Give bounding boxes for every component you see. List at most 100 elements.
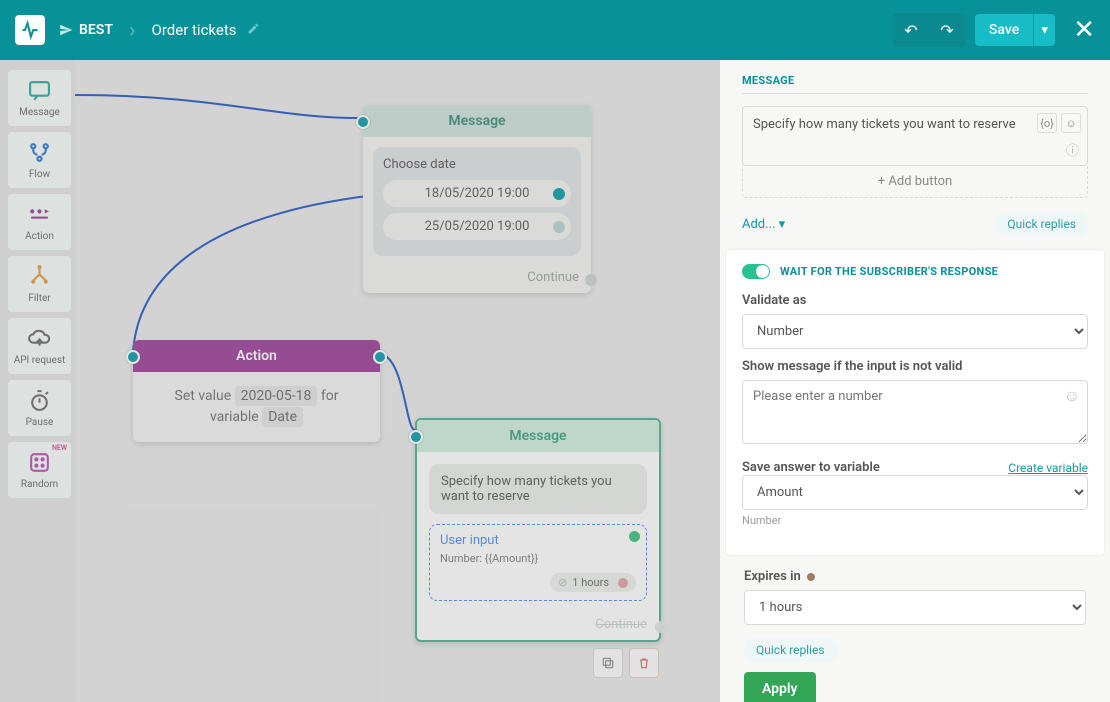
validate-select[interactable]: Number <box>742 314 1088 349</box>
tool-random[interactable]: NEW Random <box>8 442 71 498</box>
tool-label: API request <box>14 355 66 366</box>
continue-label: Continue <box>595 617 647 632</box>
top-header: BEST › Order tickets ↶ ↷ Save ▾ ✕ <box>0 0 1110 60</box>
message-text: Specify how many tickets you want to res… <box>753 117 1016 132</box>
save-var-select[interactable]: Amount <box>742 475 1088 510</box>
tool-message[interactable]: Message <box>8 70 71 126</box>
info-icon[interactable]: ⓘ <box>1066 140 1079 159</box>
quick-replies-button[interactable]: Quick replies <box>995 212 1088 236</box>
invalid-msg-input[interactable] <box>742 380 1088 444</box>
save-var-label: Save answer to variable <box>742 460 880 475</box>
date-option-2-label: 25/05/2020 19:00 <box>425 219 530 234</box>
continue-row[interactable]: Continue <box>363 266 591 293</box>
send-icon <box>59 23 73 37</box>
tool-flow[interactable]: Flow <box>8 132 71 188</box>
expires-label-row: Expires in <box>744 569 1086 584</box>
redo-button[interactable]: ↷ <box>929 13 965 47</box>
emoji-icon[interactable]: ☺ <box>1064 386 1080 406</box>
dice-icon <box>27 450 52 475</box>
bot-name-label: BEST <box>79 22 113 38</box>
flow-canvas[interactable]: Message Choose date 18/05/2020 19:00 25/… <box>75 60 720 702</box>
add-dropdown[interactable]: Add... ▾ <box>742 217 785 232</box>
invalid-msg-wrap: ☺ <box>742 380 1088 448</box>
msg-tools: {o} ☺ <box>1037 113 1081 133</box>
node-title: Message <box>417 420 659 452</box>
close-icon[interactable]: ✕ <box>1073 15 1095 45</box>
output-port[interactable] <box>553 221 565 233</box>
save-var-header: Save answer to variable Create variable <box>742 460 1088 475</box>
action-variable: Date <box>262 407 303 427</box>
invalid-msg-label: Show message if the input is not valid <box>742 359 1088 374</box>
action-value: 2020-05-18 <box>235 386 318 406</box>
qr-row: Quick replies <box>744 639 1086 658</box>
choose-label: Choose date <box>383 157 571 172</box>
date-option-2[interactable]: 25/05/2020 19:00 <box>383 213 571 240</box>
expires-select[interactable]: 1 hours <box>744 590 1086 625</box>
apply-button[interactable]: Apply <box>744 672 816 702</box>
continue-label: Continue <box>527 270 579 285</box>
app-logo[interactable] <box>15 15 45 45</box>
flow-title-label: Order tickets <box>152 21 237 39</box>
copy-button[interactable] <box>593 648 623 678</box>
expires-text: 1 hours <box>572 576 609 589</box>
section-title: MESSAGE <box>742 74 1088 87</box>
node-action-set-value[interactable]: Action Set value 2020-05-18 for variable… <box>133 340 380 442</box>
tool-label: Action <box>25 231 54 242</box>
message-text-box[interactable]: Specify how many tickets you want to res… <box>742 106 1088 166</box>
output-port[interactable] <box>373 350 387 364</box>
output-port-expired[interactable] <box>618 578 628 588</box>
wait-toggle[interactable] <box>742 264 770 279</box>
output-port[interactable] <box>553 188 565 200</box>
node-actions <box>593 648 659 678</box>
action-prefix: Set value <box>175 388 232 404</box>
input-port[interactable] <box>126 350 140 364</box>
tool-api[interactable]: API request <box>8 318 71 374</box>
save-dropdown[interactable]: ▾ <box>1033 14 1055 46</box>
add-button-box[interactable]: + Add button <box>742 166 1088 198</box>
node-message-tickets[interactable]: Message Specify how many tickets you wan… <box>415 418 661 642</box>
save-button[interactable]: Save <box>975 14 1033 46</box>
delete-button[interactable] <box>629 648 659 678</box>
tool-action[interactable]: Action <box>8 194 71 250</box>
date-option-1[interactable]: 18/05/2020 19:00 <box>383 180 571 207</box>
wait-label: WAIT FOR THE SUBSCRIBER'S RESPONSE <box>780 265 998 278</box>
user-input-block[interactable]: User input Number: {{Amount}} ⊘ 1 hours <box>429 524 647 601</box>
divider <box>742 93 1088 94</box>
input-port[interactable] <box>409 430 423 444</box>
wait-response-card: WAIT FOR THE SUBSCRIBER'S RESPONSE Valid… <box>726 250 1104 555</box>
create-variable-link[interactable]: Create variable <box>1008 461 1088 475</box>
input-port[interactable] <box>356 115 370 129</box>
tool-filter[interactable]: Filter <box>8 256 71 312</box>
node-title: Message <box>363 105 591 137</box>
flow-icon <box>27 140 52 165</box>
header-actions: ↶ ↷ Save ▾ ✕ <box>893 13 1095 47</box>
tool-label: Random <box>21 479 58 490</box>
tool-label: Message <box>19 107 60 118</box>
output-port-valid[interactable] <box>629 531 640 542</box>
undo-redo-group: ↶ ↷ <box>893 13 965 47</box>
tool-pause[interactable]: Pause <box>8 380 71 436</box>
continue-row-disabled: Continue <box>417 613 659 640</box>
wait-toggle-row: WAIT FOR THE SUBSCRIBER'S RESPONSE <box>742 264 1088 279</box>
toolbox: Message Flow Action Filter API request P… <box>8 70 71 498</box>
user-input-detail: Number: {{Amount}} <box>440 552 636 565</box>
insert-variable-button[interactable]: {o} <box>1037 113 1057 133</box>
stopwatch-icon <box>27 388 52 413</box>
pencil-icon[interactable] <box>247 21 260 39</box>
output-port[interactable] <box>585 274 597 286</box>
date-option-1-label: 18/05/2020 19:00 <box>425 186 530 201</box>
choose-box: Choose date 18/05/2020 19:00 25/05/2020 … <box>373 147 581 256</box>
below-card: Expires in 1 hours Quick replies Apply <box>742 555 1088 702</box>
flow-title[interactable]: Order tickets <box>152 21 260 39</box>
expires-dot-icon <box>807 573 815 581</box>
quick-replies-button-2[interactable]: Quick replies <box>744 638 837 662</box>
block-icon: ⊘ <box>558 576 567 589</box>
emoji-button[interactable]: ☺ <box>1061 113 1081 133</box>
expires-label: Expires in <box>744 569 801 584</box>
output-port <box>655 621 667 633</box>
node-message-choose-date[interactable]: Message Choose date 18/05/2020 19:00 25/… <box>363 105 591 293</box>
add-row: Add... ▾ Quick replies <box>742 212 1088 236</box>
undo-button[interactable]: ↶ <box>893 13 929 47</box>
bot-name[interactable]: BEST <box>59 22 113 38</box>
new-badge: NEW <box>52 444 67 452</box>
